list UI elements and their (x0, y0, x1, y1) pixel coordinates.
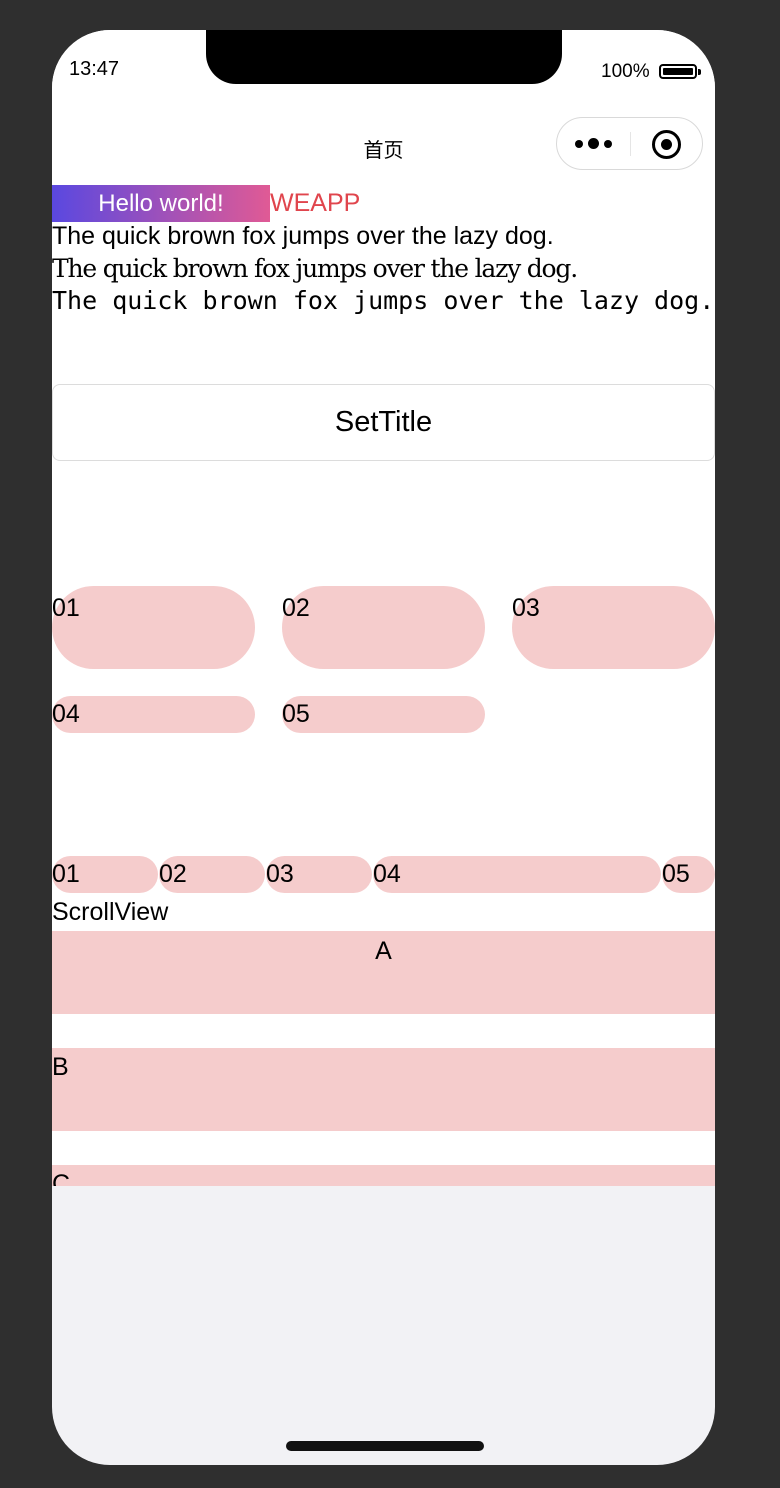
scroll-view[interactable]: A B C (52, 931, 715, 1186)
flex-item-label: 02 (159, 860, 187, 888)
grid-item-label: 05 (282, 700, 310, 728)
flex-item[interactable]: 03 (266, 856, 372, 893)
serif-sample: The quick brown fox jumps over the lazy … (52, 254, 578, 283)
notch (206, 30, 562, 84)
scroll-item[interactable]: C (52, 1165, 715, 1186)
capsule-divider (630, 132, 631, 156)
scroll-item-label: B (52, 1053, 69, 1081)
grid-item[interactable]: 01 (52, 586, 255, 669)
scroll-item-label: C (52, 1170, 71, 1186)
scroll-item-label: A (375, 937, 392, 965)
grid-item[interactable]: 05 (282, 696, 485, 733)
battery-percent: 100% (601, 61, 650, 82)
flex-item-label: 05 (662, 860, 690, 888)
scroll-view-label: ScrollView (52, 898, 169, 926)
battery-cap (698, 69, 701, 75)
flex-item[interactable]: 04 (373, 856, 661, 893)
sans-sample: The quick brown fox jumps over the lazy … (52, 222, 554, 250)
grid-item[interactable]: 02 (282, 586, 485, 669)
battery-icon (659, 64, 697, 79)
grid-item-label: 01 (52, 594, 80, 622)
target-circle-icon[interactable] (652, 130, 681, 159)
home-indicator (286, 1441, 484, 1451)
flex-item[interactable]: 02 (159, 856, 265, 893)
grid-item-label: 02 (282, 594, 310, 622)
weapp-label: WEAPP (270, 189, 361, 217)
status-time: 13:47 (69, 58, 120, 80)
grid-item[interactable]: 04 (52, 696, 255, 733)
flex-item[interactable]: 05 (662, 856, 715, 893)
flex-item-label: 01 (52, 860, 80, 888)
flex-item-label: 03 (266, 860, 294, 888)
hello-banner: Hello world! (52, 185, 270, 222)
mono-sample: The quick brown fox jumps over the lazy … (52, 286, 715, 315)
capsule-menu (556, 117, 703, 170)
set-title-button[interactable]: SetTitle (52, 384, 715, 461)
grid-item[interactable]: 03 (512, 586, 715, 669)
phone-frame: 13:47 100% 首页 Hello world! WEAPP The qui… (52, 30, 715, 1465)
flex-item[interactable]: 01 (52, 856, 158, 893)
more-dots-icon[interactable] (573, 138, 615, 150)
grid-item-label: 04 (52, 700, 80, 728)
scroll-item[interactable]: B (52, 1048, 715, 1131)
flex-item-label: 04 (373, 860, 401, 888)
scroll-item[interactable]: A (52, 931, 715, 1014)
grid-item-label: 03 (512, 594, 540, 622)
